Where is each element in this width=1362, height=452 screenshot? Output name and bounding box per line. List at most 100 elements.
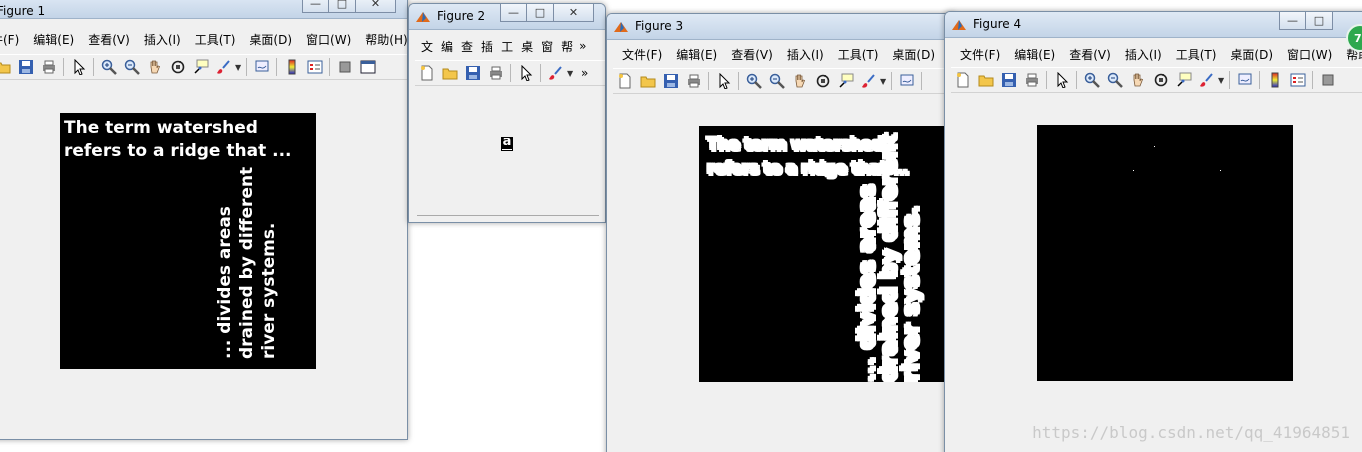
menu-desktop[interactable]: 桌面(D) bbox=[1223, 46, 1280, 63]
edit-plot-button[interactable] bbox=[514, 63, 537, 83]
new-figure-button[interactable] bbox=[613, 71, 636, 91]
rotate-3d-button[interactable] bbox=[1149, 70, 1172, 90]
link-plot-button[interactable] bbox=[250, 57, 273, 77]
brush-dropdown-icon[interactable]: ▼ bbox=[235, 63, 243, 72]
brush-button[interactable] bbox=[857, 71, 880, 91]
brush-button[interactable] bbox=[544, 63, 567, 83]
menu-edit[interactable]: 编辑(E) bbox=[1007, 46, 1062, 63]
menu-desktop[interactable]: 桌面(D) bbox=[242, 31, 299, 48]
zoom-out-button[interactable] bbox=[765, 71, 788, 91]
menu-desktop[interactable]: 桌面(D) bbox=[885, 46, 942, 63]
menu-file[interactable]: 文件(F) bbox=[953, 46, 1007, 63]
brush-button[interactable] bbox=[212, 57, 235, 77]
save-button[interactable] bbox=[461, 63, 484, 83]
print-button[interactable] bbox=[682, 71, 705, 91]
zoom-in-button[interactable] bbox=[1080, 70, 1103, 90]
close-button[interactable]: ✕ bbox=[554, 4, 594, 22]
colorbar-button[interactable] bbox=[280, 57, 303, 77]
menu-edit[interactable]: 编辑(E) bbox=[669, 46, 724, 63]
legend-button[interactable] bbox=[303, 57, 326, 77]
brush-button[interactable] bbox=[1195, 70, 1218, 90]
new-figure-button[interactable] bbox=[415, 63, 438, 83]
colorbar-button[interactable] bbox=[1263, 70, 1286, 90]
save-button[interactable] bbox=[14, 57, 37, 77]
link-plot-button[interactable] bbox=[895, 71, 918, 91]
minimize-button[interactable]: — bbox=[1279, 12, 1306, 30]
save-button[interactable] bbox=[659, 71, 682, 91]
close-button[interactable]: ✕ bbox=[356, 0, 396, 13]
image-axes[interactable]: The term watershed refers to a ridge tha… bbox=[60, 113, 316, 369]
menu-tools[interactable]: 工具(T) bbox=[188, 31, 243, 48]
menu-tools[interactable]: 工具(T) bbox=[831, 46, 886, 63]
menu-view[interactable]: 查看(V) bbox=[1062, 46, 1118, 63]
new-figure-button[interactable] bbox=[951, 70, 974, 90]
menu-view[interactable]: 查 bbox=[457, 38, 477, 55]
menu-insert[interactable]: 插 bbox=[477, 38, 497, 55]
print-icon bbox=[42, 60, 55, 74]
save-button[interactable] bbox=[997, 70, 1020, 90]
menu-window[interactable]: 窗口(W) bbox=[1280, 46, 1339, 63]
pan-button[interactable] bbox=[1126, 70, 1149, 90]
image-axes[interactable]: The term watershed refers to a ridge tha… bbox=[699, 126, 955, 382]
image-axes[interactable] bbox=[1037, 125, 1293, 381]
show-plot-tools-button[interactable] bbox=[356, 57, 379, 77]
image-axes[interactable]: a bbox=[501, 137, 513, 151]
minimize-button[interactable]: — bbox=[302, 0, 329, 13]
zoom-in-button[interactable] bbox=[97, 57, 120, 77]
menu-tools[interactable]: 工 bbox=[497, 38, 517, 55]
figure-2-titlebar[interactable]: Figure 2 — □ ✕ bbox=[409, 4, 605, 30]
maximize-button[interactable]: □ bbox=[329, 0, 356, 13]
open-file-button[interactable] bbox=[636, 71, 659, 91]
pan-button[interactable] bbox=[788, 71, 811, 91]
menu-window[interactable]: 窗口(W) bbox=[299, 31, 358, 48]
legend-button[interactable] bbox=[1286, 70, 1309, 90]
menu-tools[interactable]: 工具(T) bbox=[1169, 46, 1224, 63]
brush-dropdown-icon[interactable]: ▼ bbox=[567, 69, 575, 78]
rotate-3d-button[interactable] bbox=[811, 71, 834, 91]
open-file-button[interactable] bbox=[438, 63, 461, 83]
data-cursor-button[interactable] bbox=[189, 57, 212, 77]
pan-button[interactable] bbox=[143, 57, 166, 77]
brush-dropdown-icon[interactable]: ▼ bbox=[1218, 76, 1226, 85]
maximize-button[interactable]: □ bbox=[527, 4, 554, 22]
print-button[interactable] bbox=[37, 57, 60, 77]
menu-desktop[interactable]: 桌 bbox=[517, 38, 537, 55]
rotate-3d-button[interactable] bbox=[166, 57, 189, 77]
print-button[interactable] bbox=[484, 63, 507, 83]
menu-view[interactable]: 查看(V) bbox=[724, 46, 780, 63]
edit-plot-button[interactable] bbox=[67, 57, 90, 77]
menu-insert[interactable]: 插入(I) bbox=[1118, 46, 1169, 63]
maximize-button[interactable]: □ bbox=[1306, 12, 1333, 30]
menu-file[interactable]: 文件(F) bbox=[615, 46, 669, 63]
figure-4-titlebar[interactable]: Figure 4 — □ bbox=[945, 12, 1362, 38]
data-cursor-button[interactable] bbox=[834, 71, 857, 91]
open-file-button[interactable] bbox=[974, 70, 997, 90]
open-file-button[interactable] bbox=[0, 57, 14, 77]
zoom-in-button[interactable] bbox=[742, 71, 765, 91]
menu-window[interactable]: 窗 bbox=[537, 38, 557, 55]
data-cursor-button[interactable] bbox=[1172, 70, 1195, 90]
menu-help[interactable]: 帮 bbox=[557, 38, 577, 55]
zoom-out-button[interactable] bbox=[1103, 70, 1126, 90]
hide-plot-tools-button[interactable] bbox=[333, 57, 356, 77]
brush-dropdown-icon[interactable]: ▼ bbox=[880, 77, 888, 86]
toolbar-overflow[interactable]: » bbox=[575, 66, 594, 80]
menu-overflow[interactable]: » bbox=[577, 39, 588, 53]
figure-3-titlebar[interactable]: Figure 3 bbox=[607, 14, 957, 40]
menu-view[interactable]: 查看(V) bbox=[81, 31, 137, 48]
edit-plot-button[interactable] bbox=[1050, 70, 1073, 90]
print-button[interactable] bbox=[1020, 70, 1043, 90]
zoom-out-button[interactable] bbox=[120, 57, 143, 77]
menu-help[interactable]: 帮助(H) bbox=[358, 31, 407, 48]
figure-1-titlebar[interactable]: Figure 1 — □ ✕ bbox=[0, 0, 407, 19]
menu-edit[interactable]: 编辑(E) bbox=[26, 31, 81, 48]
menu-insert[interactable]: 插入(I) bbox=[137, 31, 188, 48]
menu-file[interactable]: 文 bbox=[417, 38, 437, 55]
menu-file[interactable]: 件(F) bbox=[0, 31, 26, 48]
menu-insert[interactable]: 插入(I) bbox=[780, 46, 831, 63]
hide-plot-tools-button[interactable] bbox=[1316, 70, 1339, 90]
edit-plot-button[interactable] bbox=[712, 71, 735, 91]
link-plot-button[interactable] bbox=[1233, 70, 1256, 90]
menu-edit[interactable]: 编 bbox=[437, 38, 457, 55]
minimize-button[interactable]: — bbox=[500, 4, 527, 22]
